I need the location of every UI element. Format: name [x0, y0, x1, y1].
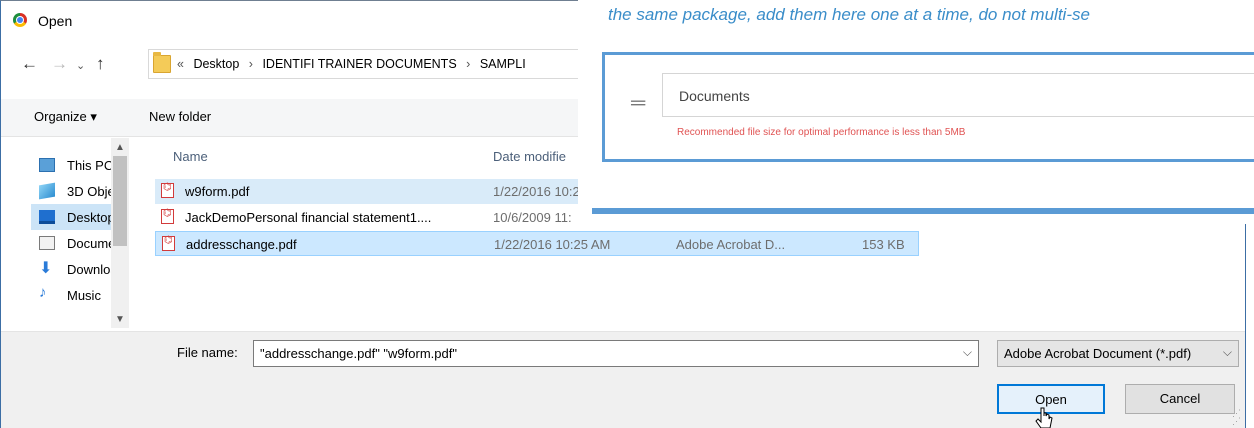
file-size: 153 KB [862, 237, 905, 252]
drag-handle-icon[interactable]: ═ [631, 93, 645, 113]
file-type-filter-value: Adobe Acrobat Document (*.pdf) [1004, 346, 1192, 361]
dialog-title: Open [38, 13, 73, 29]
file-name-label: File name: [177, 345, 238, 360]
mouse-pointer-icon [1035, 407, 1053, 428]
download-icon: ⬇ [39, 260, 53, 277]
navigation-scrollbar[interactable]: ▲ ▼ [111, 138, 129, 328]
file-name: w9form.pdf [185, 184, 250, 199]
file-name-field[interactable]: "addresschange.pdf" "w9form.pdf" ⌵ [253, 340, 979, 367]
pdf-file-icon [161, 182, 174, 198]
scroll-up-icon[interactable]: ▲ [115, 142, 125, 153]
breadcrumb-identifi-trainer-documents[interactable]: IDENTIFI TRAINER DOCUMENTS [262, 57, 456, 71]
desktop-icon [39, 210, 55, 224]
column-header-name[interactable]: Name [173, 149, 208, 164]
file-date-modified: 10/6/2009 11: [493, 210, 572, 225]
breadcrumb-overflow[interactable]: « [177, 57, 184, 71]
nav-item-label: Desktop [67, 210, 115, 225]
instruction-text: the same package, add them here one at a… [608, 5, 1090, 24]
chevron-down-icon[interactable]: ⌵ [963, 345, 972, 360]
breadcrumb-desktop[interactable]: Desktop [193, 57, 239, 71]
chrome-icon [13, 13, 27, 27]
breadcrumb-path: « Desktop › IDENTIFI TRAINER DOCUMENTS ›… [177, 57, 532, 71]
web-form-snippet: the same package, add them here one at a… [578, 0, 1254, 224]
dialog-footer: File name: "addresschange.pdf" "w9form.p… [1, 331, 1245, 428]
document-upload-card: ═ Documents Recommended file size for op… [602, 52, 1254, 162]
nav-item-label: Downloads [67, 262, 117, 277]
forward-arrow-icon[interactable]: → [51, 55, 68, 73]
column-header-date-modified[interactable]: Date modifie [493, 149, 566, 164]
divider-line [592, 208, 1254, 214]
folder-icon [153, 52, 171, 73]
documents-field-label: Documents [679, 88, 750, 104]
file-row-addresschange[interactable]: addresschange.pdf 1/22/2016 10:25 AM Ado… [155, 231, 919, 256]
new-folder-button[interactable]: New folder [149, 109, 211, 124]
recent-locations-chevron-icon[interactable]: ⌄ [76, 57, 85, 75]
cancel-button[interactable]: Cancel [1125, 384, 1235, 414]
file-type-filter-select[interactable]: Adobe Acrobat Document (*.pdf) ⌵ [997, 340, 1239, 367]
navigation-pane: This PC 3D Objects Desktop Documents ⬇ D… [1, 138, 131, 328]
file-type: Adobe Acrobat D... [676, 237, 786, 252]
up-arrow-icon[interactable]: ↑ [96, 55, 105, 73]
music-icon: ♪ [39, 284, 47, 301]
nav-item-label: Music [67, 288, 101, 303]
file-name: JackDemoPersonal financial statement1...… [185, 210, 432, 225]
back-arrow-icon[interactable]: ← [21, 55, 38, 73]
cube-icon [39, 182, 55, 200]
file-date-modified: 1/22/2016 10:25 AM [493, 184, 579, 199]
file-size-hint: Recommended file size for optimal perfor… [677, 127, 966, 138]
pdf-file-icon [161, 208, 174, 224]
scroll-down-icon[interactable]: ▼ [115, 314, 125, 325]
file-date-modified: 1/22/2016 10:25 AM [494, 237, 611, 252]
nav-item-label: This PC [67, 158, 114, 173]
breadcrumb-samples[interactable]: SAMPLI [480, 57, 526, 71]
document-icon [39, 236, 55, 250]
breadcrumb-separator[interactable]: › [249, 57, 253, 71]
breadcrumb[interactable]: « Desktop › IDENTIFI TRAINER DOCUMENTS ›… [148, 49, 608, 79]
chevron-down-icon[interactable]: ⌵ [1223, 345, 1232, 360]
breadcrumb-separator[interactable]: › [466, 57, 470, 71]
scrollbar-thumb[interactable] [113, 156, 127, 246]
documents-upload-field[interactable]: Documents [662, 73, 1254, 117]
computer-icon [39, 158, 55, 172]
nav-item-label: Documents [67, 236, 117, 251]
file-name-value[interactable]: "addresschange.pdf" "w9form.pdf" [260, 346, 457, 361]
nav-item-label: 3D Objects [67, 184, 117, 199]
resize-grip-icon[interactable]: ⋰ ⋰ [1232, 409, 1241, 426]
file-name: addresschange.pdf [186, 237, 297, 252]
pdf-file-icon [162, 235, 175, 251]
organize-button[interactable]: Organize ▾ [34, 109, 97, 125]
